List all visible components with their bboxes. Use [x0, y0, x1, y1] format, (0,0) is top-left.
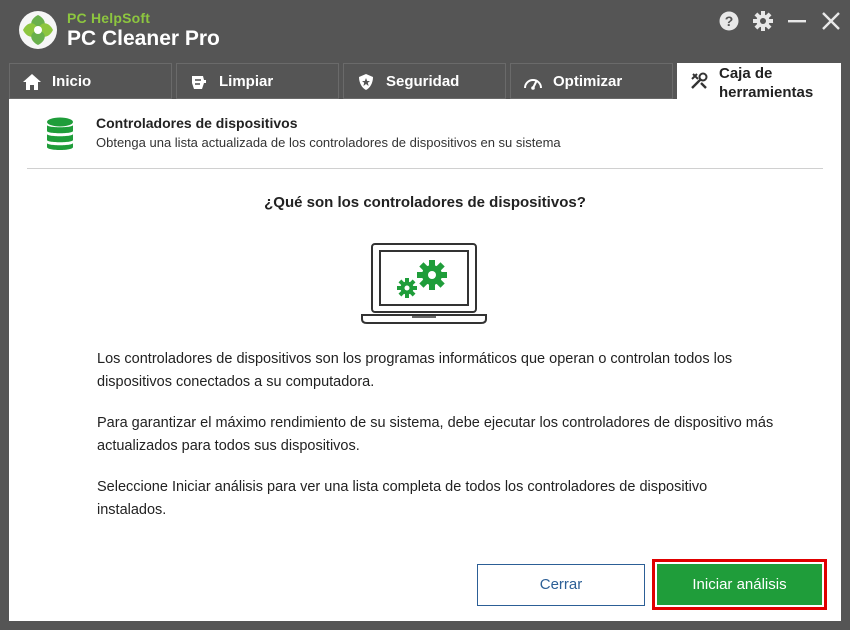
tab-label: Caja de herramientas: [719, 65, 814, 101]
tab-label: Optimizar: [553, 73, 623, 90]
content-panel: Controladores de dispositivos Obtenga un…: [9, 99, 841, 621]
tools-icon: [689, 71, 709, 91]
tab-optimizar[interactable]: Optimizar: [510, 63, 673, 99]
divider: [27, 168, 823, 169]
home-icon: [22, 72, 42, 92]
laptop-gears-icon: [360, 243, 488, 325]
tab-seguridad[interactable]: Seguridad: [343, 63, 506, 99]
brand-company: PC HelpSoft: [67, 10, 151, 26]
database-icon: [45, 116, 75, 152]
close-icon[interactable]: [820, 10, 842, 32]
speedometer-icon: [523, 72, 543, 92]
description-paragraph: Seleccione Iniciar análisis para ver una…: [97, 479, 708, 518]
tab-label: Limpiar: [219, 73, 274, 90]
svg-text:?: ?: [725, 13, 734, 29]
gear-icon[interactable]: [752, 10, 774, 32]
minimize-icon[interactable]: [786, 10, 808, 32]
description-paragraph: Los controladores de dispositivos son lo…: [97, 351, 733, 390]
leaf-logo-icon: [17, 9, 59, 51]
tab-label: Seguridad: [386, 73, 460, 90]
tab-caja-de-herramientas[interactable]: Caja de herramientas: [677, 63, 841, 101]
question-heading: ¿Qué son los controladores de dispositiv…: [264, 194, 586, 211]
description-paragraph: Para garantizar el máximo rendimiento de…: [97, 415, 774, 454]
app-title: PC Cleaner Pro: [67, 27, 220, 50]
close-button[interactable]: Cerrar: [477, 564, 645, 606]
help-icon[interactable]: ?: [718, 10, 740, 32]
title-bar: PC HelpSoft PC Cleaner Pro ?: [0, 0, 850, 62]
section-subtitle: Obtenga una lista actualizada de los con…: [96, 135, 561, 150]
clean-icon: [189, 72, 209, 92]
tab-inicio[interactable]: Inicio: [9, 63, 172, 99]
section-title: Controladores de dispositivos: [96, 115, 298, 131]
start-scan-button[interactable]: Iniciar análisis: [657, 564, 822, 605]
tab-label: Inicio: [52, 73, 92, 90]
app-window: PC HelpSoft PC Cleaner Pro ? Inicio Limp…: [0, 0, 850, 630]
tab-limpiar[interactable]: Limpiar: [176, 63, 339, 99]
shield-icon: [356, 72, 376, 92]
